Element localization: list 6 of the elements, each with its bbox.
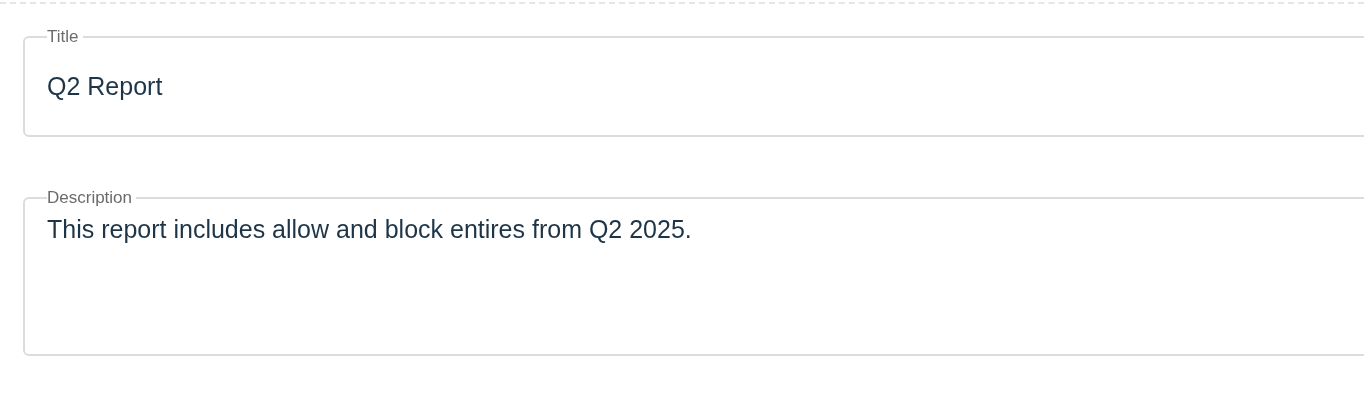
title-input[interactable]: Q2 Report [47, 54, 1350, 119]
field-label: Title [47, 28, 80, 47]
description-textarea[interactable]: This report includes allow and block entires from Q2 2025. [47, 213, 1350, 348]
title-field[interactable]: Title Q2 Report [23, 28, 1364, 137]
field-label: Description [47, 188, 134, 208]
description-field[interactable]: Description This report includes allow and block entires from Q2 2025. [23, 188, 1364, 357]
